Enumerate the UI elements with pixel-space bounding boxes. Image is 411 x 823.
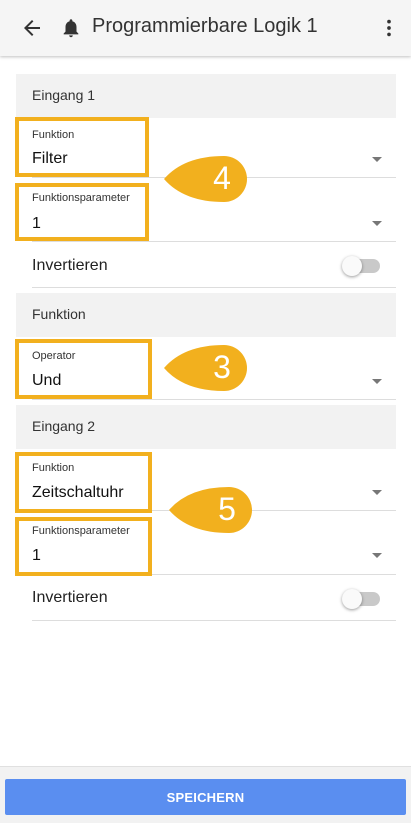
callout-marker: 3 <box>162 343 262 393</box>
callout-number: 4 <box>213 160 231 196</box>
more-vert-icon[interactable] <box>378 16 400 40</box>
bottom-bar: SPEICHERN <box>0 766 411 823</box>
arrow-left-icon[interactable] <box>20 16 44 40</box>
section-title: Eingang 1 <box>32 87 96 103</box>
callout-marker: 5 <box>167 485 267 535</box>
highlight-box <box>15 339 152 399</box>
chevron-down-icon <box>372 157 382 162</box>
highlight-box <box>15 452 152 513</box>
callout-number: 3 <box>213 349 231 385</box>
app-bar: Programmierbare Logik 1 <box>0 0 411 56</box>
highlight-box <box>15 117 149 177</box>
section-header-operator: Funktion <box>16 293 396 337</box>
toggle-knob <box>342 256 362 276</box>
input2-invert-row: Invertieren <box>32 575 396 621</box>
chevron-down-icon <box>372 221 382 226</box>
section-header-input2: Eingang 2 <box>16 405 396 449</box>
callout-marker: 4 <box>162 154 262 204</box>
save-button[interactable]: SPEICHERN <box>5 779 406 815</box>
invert-toggle[interactable] <box>342 256 380 276</box>
page-title: Programmierbare Logik 1 <box>92 15 318 37</box>
chevron-down-icon <box>372 553 382 558</box>
bell-icon <box>63 19 79 38</box>
chevron-down-icon <box>372 490 382 495</box>
toggle-label: Invertieren <box>32 589 108 606</box>
toggle-knob <box>342 589 362 609</box>
highlight-box <box>15 517 152 576</box>
highlight-box <box>15 183 149 241</box>
section-title: Eingang 2 <box>32 418 96 434</box>
callout-number: 5 <box>218 491 236 527</box>
toggle-label: Invertieren <box>32 257 108 274</box>
section-title: Funktion <box>32 306 86 322</box>
section-header-input1: Eingang 1 <box>16 74 396 118</box>
invert-toggle[interactable] <box>342 589 380 609</box>
chevron-down-icon <box>372 379 382 384</box>
input1-invert-row: Invertieren <box>32 242 396 288</box>
